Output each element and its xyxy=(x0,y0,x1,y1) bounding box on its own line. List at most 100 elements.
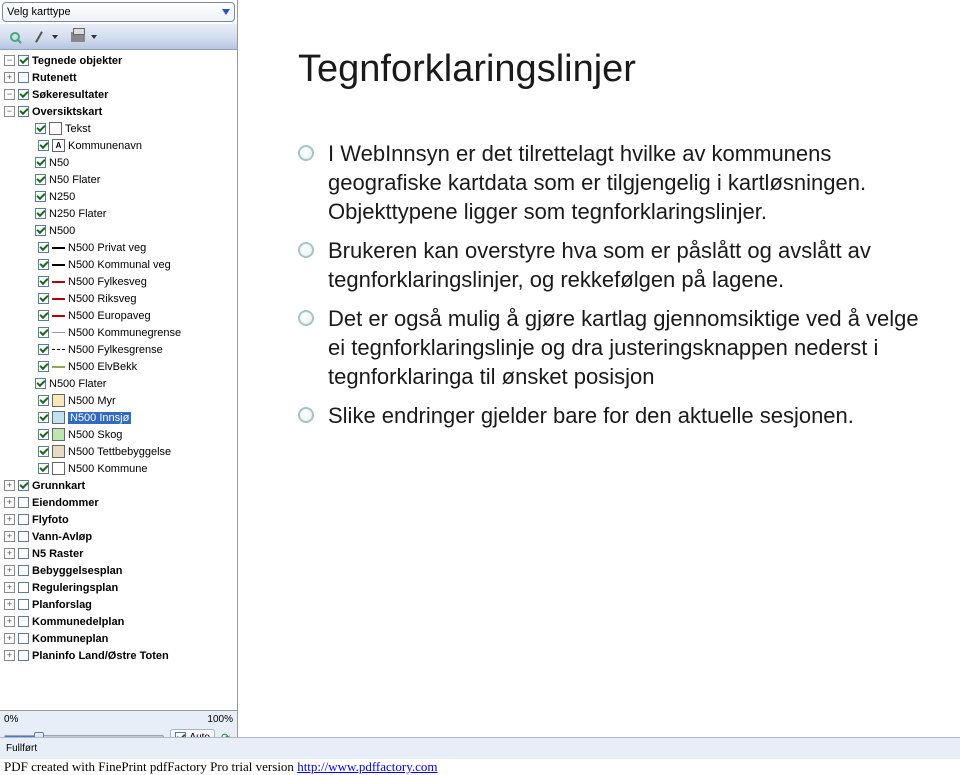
expand-toggle[interactable]: − xyxy=(4,89,15,100)
layer-icon xyxy=(49,122,62,135)
checkbox[interactable] xyxy=(38,327,49,338)
expand-toggle[interactable]: + xyxy=(4,514,15,525)
checkbox[interactable] xyxy=(38,293,49,304)
tree-layer[interactable]: N500 Tettbebyggelse xyxy=(2,443,237,460)
tree-group[interactable]: + Planforslag xyxy=(2,596,237,613)
checkbox[interactable] xyxy=(18,582,29,593)
tree-layer[interactable]: N500 Europaveg xyxy=(2,307,237,324)
checkbox[interactable] xyxy=(35,157,46,168)
checkbox[interactable] xyxy=(38,259,49,270)
expand-toggle[interactable]: + xyxy=(4,72,15,83)
tree-group[interactable]: + Rutenett xyxy=(2,69,237,86)
checkbox[interactable] xyxy=(38,429,49,440)
tree-group[interactable]: + Eiendommer xyxy=(2,494,237,511)
checkbox[interactable] xyxy=(35,123,46,134)
search-button[interactable] xyxy=(4,27,26,47)
tree-group[interactable]: + Planinfo Land/Østre Toten xyxy=(2,647,237,664)
tree-layer[interactable]: N50 Flater xyxy=(2,171,237,188)
footer-link[interactable]: http://www.pdffactory.com xyxy=(297,759,437,774)
tree-layer[interactable]: N500 Kommunal veg xyxy=(2,256,237,273)
expand-toggle[interactable]: + xyxy=(4,582,15,593)
tree-group[interactable]: − Tegnede objekter xyxy=(2,52,237,69)
expand-toggle[interactable]: + xyxy=(4,599,15,610)
expand-toggle[interactable]: + xyxy=(4,616,15,627)
bullet-item: Slike endringer gjelder bare for den akt… xyxy=(298,401,920,430)
tree-group[interactable]: + Grunnkart xyxy=(2,477,237,494)
checkbox[interactable] xyxy=(38,412,49,423)
print-button[interactable] xyxy=(67,27,89,47)
tree-layer[interactable]: N500 Riksveg xyxy=(2,290,237,307)
expand-toggle[interactable]: + xyxy=(4,650,15,661)
tree-group[interactable]: + Vann-Avløp xyxy=(2,528,237,545)
checkbox[interactable] xyxy=(38,276,49,287)
tree-layer[interactable]: N500 Flater xyxy=(2,375,237,392)
checkbox[interactable] xyxy=(38,242,49,253)
checkbox[interactable] xyxy=(35,174,46,185)
checkbox[interactable] xyxy=(35,208,46,219)
layer-tree[interactable]: − Tegnede objekter + Rutenett − Søkeresu… xyxy=(0,50,237,710)
bullet-item: Det er også mulig å gjøre kartlag gjenno… xyxy=(298,304,920,391)
checkbox[interactable] xyxy=(38,446,49,457)
tree-group[interactable]: + Flyfoto xyxy=(2,511,237,528)
tree-layer[interactable]: N500 xyxy=(2,222,237,239)
tree-group[interactable]: + N5 Raster xyxy=(2,545,237,562)
expand-toggle[interactable]: − xyxy=(4,55,15,66)
dropdown-arrow-icon[interactable] xyxy=(91,35,97,39)
checkbox[interactable] xyxy=(18,514,29,525)
tree-group-label: Søkeresultater xyxy=(32,89,108,101)
tree-layer[interactable]: N500 Kommunegrense xyxy=(2,324,237,341)
tree-layer[interactable]: N500 Privat veg xyxy=(2,239,237,256)
tree-layer[interactable]: Tekst xyxy=(2,120,237,137)
checkbox[interactable] xyxy=(18,599,29,610)
draw-button[interactable] xyxy=(28,27,50,47)
tree-layer-label: N50 Flater xyxy=(49,174,100,186)
checkbox[interactable] xyxy=(35,191,46,202)
checkbox[interactable] xyxy=(38,395,49,406)
tree-group[interactable]: + Kommuneplan xyxy=(2,630,237,647)
tree-layer[interactable]: N250 xyxy=(2,188,237,205)
checkbox[interactable] xyxy=(38,344,49,355)
tree-layer[interactable]: N250 Flater xyxy=(2,205,237,222)
tree-layer[interactable]: N50 xyxy=(2,154,237,171)
expand-toggle[interactable]: + xyxy=(4,531,15,542)
tree-group[interactable]: − Søkeresultater xyxy=(2,86,237,103)
tree-group[interactable]: + Bebyggelsesplan xyxy=(2,562,237,579)
tree-group[interactable]: + Reguleringsplan xyxy=(2,579,237,596)
map-type-dropdown[interactable]: Velg karttype xyxy=(2,2,235,22)
tree-group[interactable]: + Kommunedelplan xyxy=(2,613,237,630)
tree-layer[interactable]: N500 ElvBekk xyxy=(2,358,237,375)
tree-layer[interactable]: N500 Fylkesveg xyxy=(2,273,237,290)
tree-layer[interactable]: N500 Innsjø xyxy=(2,409,237,426)
dropdown-arrow-icon[interactable] xyxy=(52,35,58,39)
checkbox[interactable] xyxy=(18,633,29,644)
checkbox[interactable] xyxy=(38,463,49,474)
checkbox[interactable] xyxy=(35,225,46,236)
expand-toggle[interactable]: + xyxy=(4,497,15,508)
checkbox[interactable] xyxy=(18,89,29,100)
checkbox[interactable] xyxy=(18,480,29,491)
checkbox[interactable] xyxy=(18,650,29,661)
tree-layer[interactable]: N500 Myr xyxy=(2,392,237,409)
checkbox[interactable] xyxy=(18,497,29,508)
tree-layer[interactable]: N500 Skog xyxy=(2,426,237,443)
tree-group[interactable]: − Oversiktskart xyxy=(2,103,237,120)
checkbox[interactable] xyxy=(38,310,49,321)
checkbox[interactable] xyxy=(18,565,29,576)
checkbox[interactable] xyxy=(18,72,29,83)
checkbox[interactable] xyxy=(38,361,49,372)
tree-layer[interactable]: A Kommunenavn xyxy=(2,137,237,154)
expand-toggle[interactable]: + xyxy=(4,548,15,559)
checkbox[interactable] xyxy=(18,616,29,627)
tree-layer[interactable]: N500 Fylkesgrense xyxy=(2,341,237,358)
expand-toggle[interactable]: + xyxy=(4,480,15,491)
checkbox[interactable] xyxy=(18,55,29,66)
checkbox[interactable] xyxy=(38,140,49,151)
expand-toggle[interactable]: + xyxy=(4,633,15,644)
expand-toggle[interactable]: − xyxy=(4,106,15,117)
checkbox[interactable] xyxy=(18,548,29,559)
checkbox[interactable] xyxy=(35,378,46,389)
checkbox[interactable] xyxy=(18,531,29,542)
checkbox[interactable] xyxy=(18,106,29,117)
expand-toggle[interactable]: + xyxy=(4,565,15,576)
tree-layer[interactable]: N500 Kommune xyxy=(2,460,237,477)
